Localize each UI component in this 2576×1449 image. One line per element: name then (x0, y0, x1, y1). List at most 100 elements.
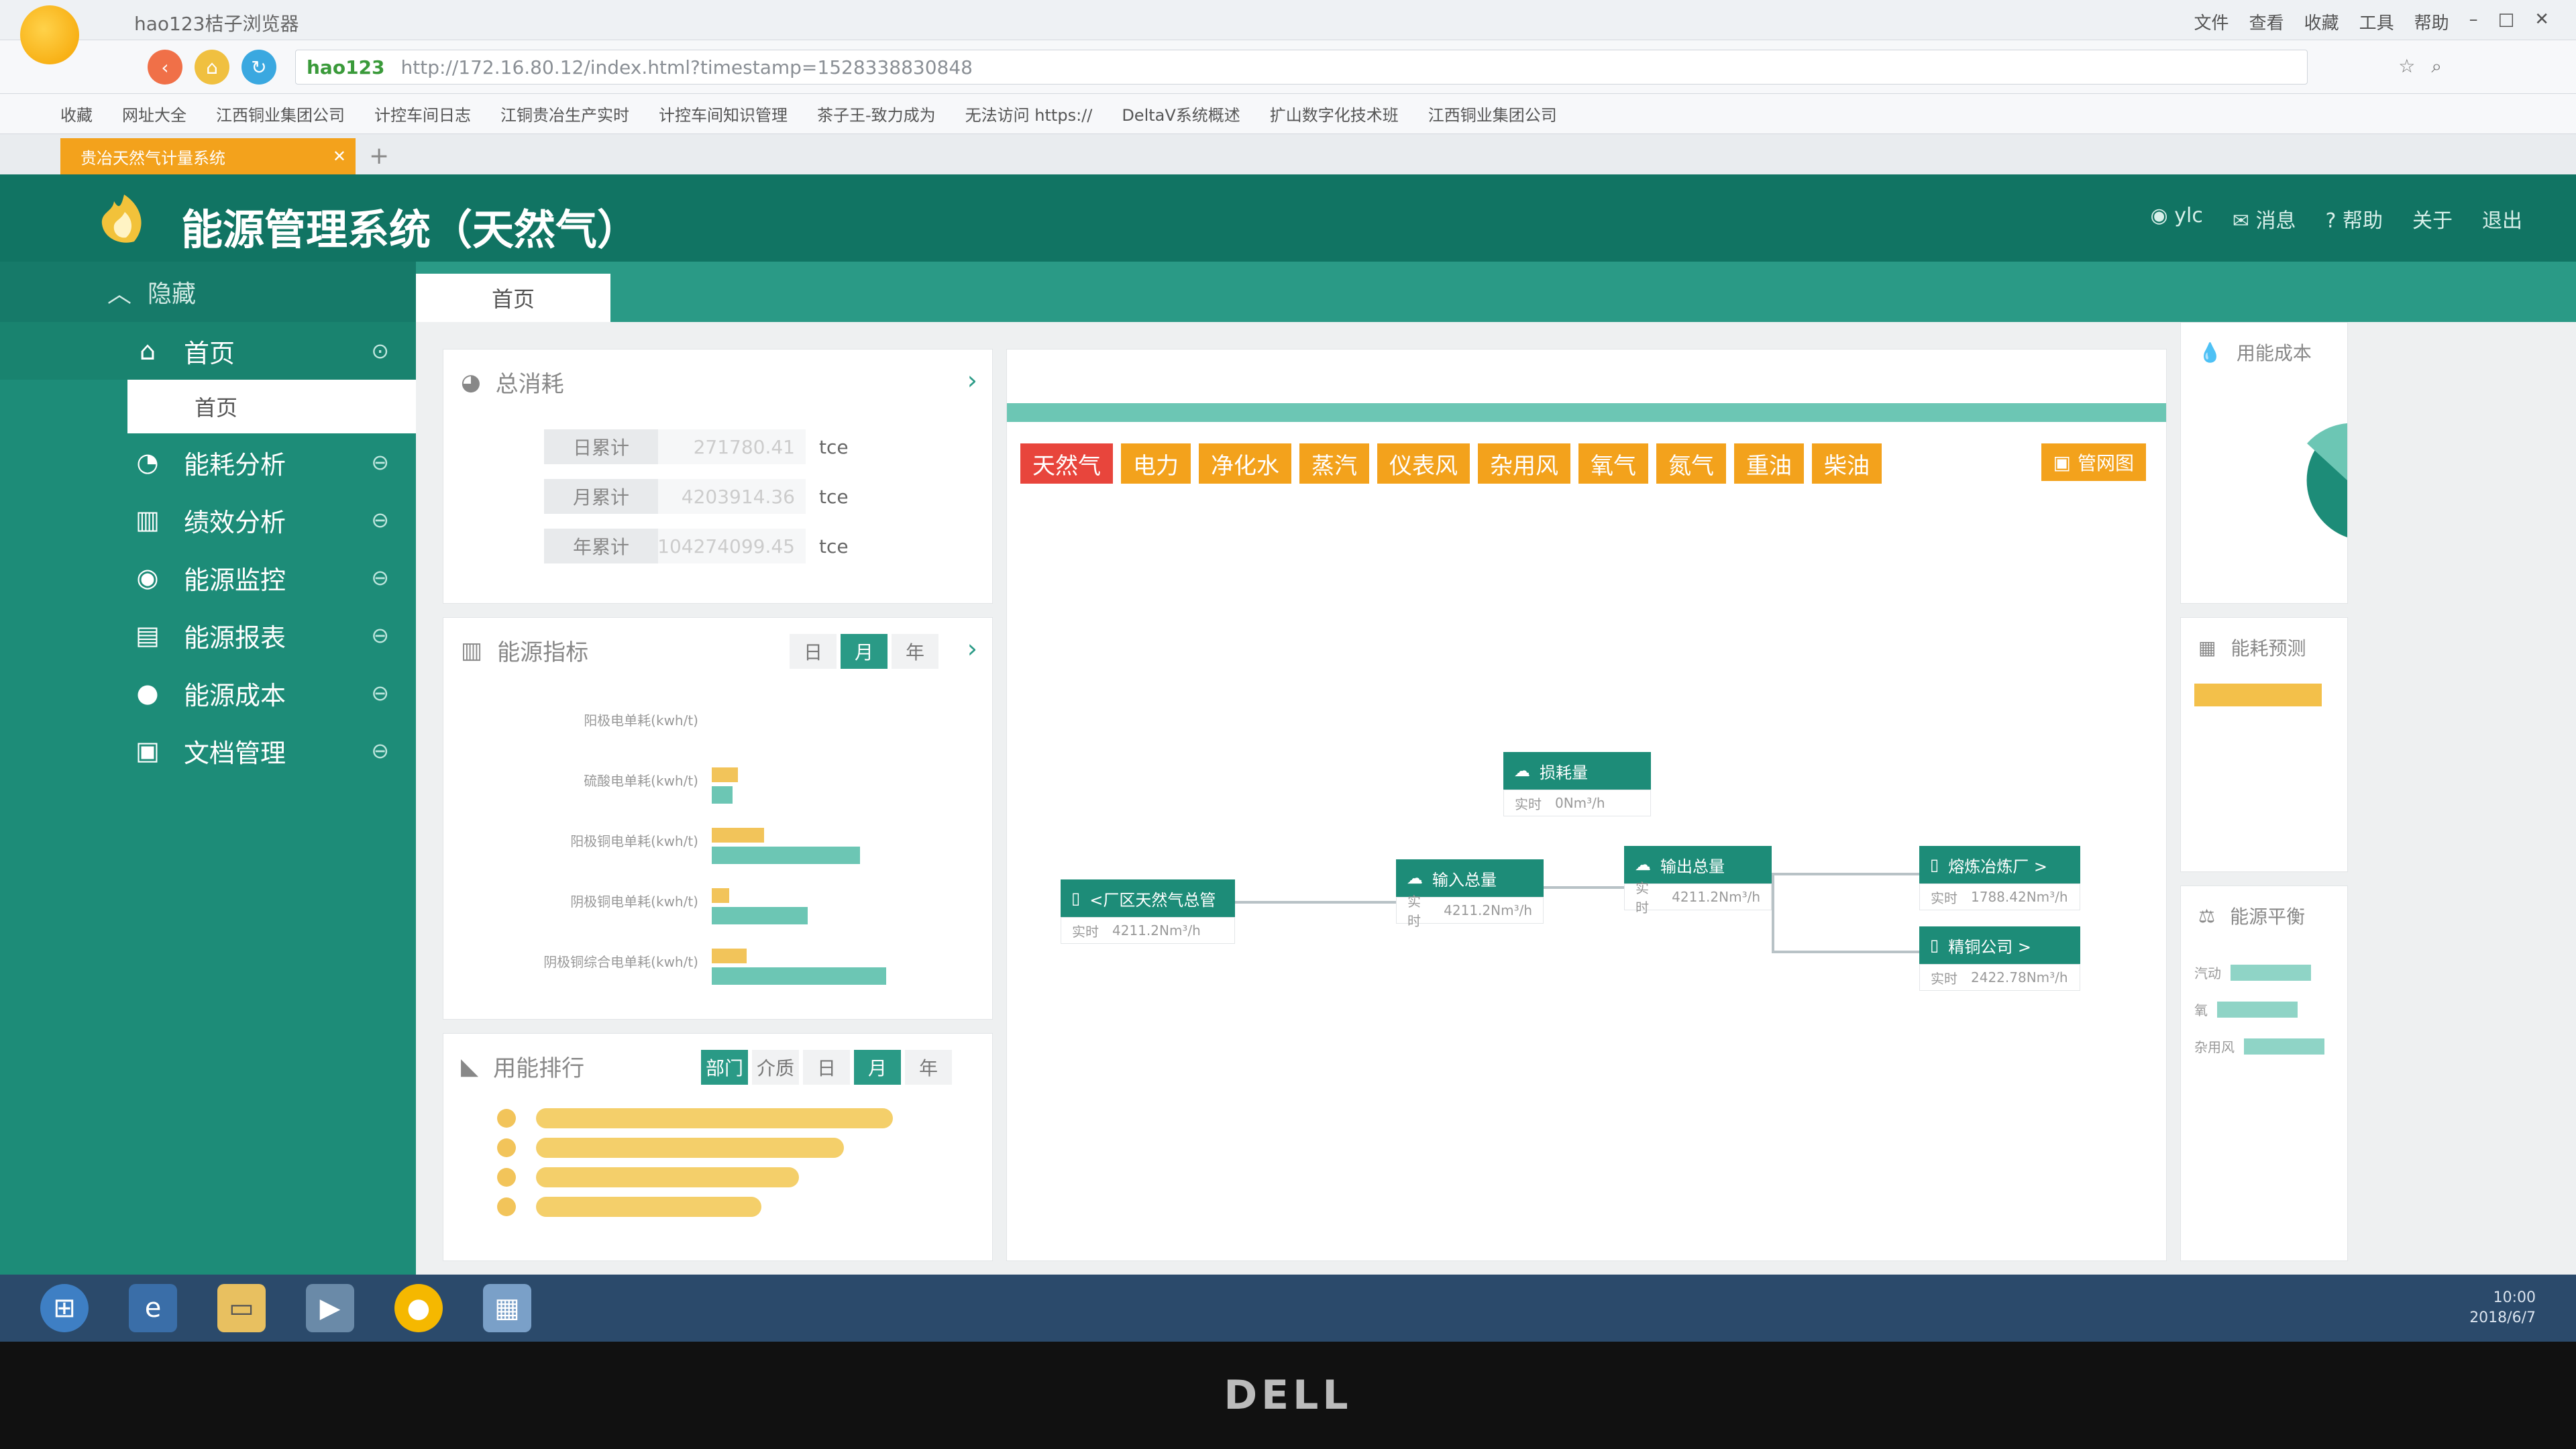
period-day[interactable]: 日 (790, 634, 837, 669)
rank-period-day[interactable]: 日 (803, 1050, 850, 1085)
sidebar-item-monitor[interactable]: ◉ 能源监控 ⊖ (0, 549, 416, 606)
tab-electricity[interactable]: 电力 (1121, 443, 1191, 484)
group-medium[interactable]: 介质 (752, 1050, 799, 1085)
period-month[interactable]: 月 (841, 634, 888, 669)
total-value: 271780.41 (658, 429, 806, 464)
user-link[interactable]: ◉ ylc (2151, 204, 2203, 233)
bookmark-item[interactable]: DeltaV系统概述 (1122, 102, 1240, 125)
flow-node-other[interactable]: ▯ 精铜公司 > 实时 2422.78Nm³/h (1919, 926, 2080, 991)
tab-instrument-air[interactable]: 仪表风 (1377, 443, 1470, 484)
tab-diesel[interactable]: 柴油 (1812, 443, 1882, 484)
bookmark-item[interactable]: 江西铜业集团公司 (1428, 102, 1557, 125)
sidebar-item-report[interactable]: ▤ 能源报表 ⊖ (0, 606, 416, 664)
bookmark-item[interactable]: 计控车间知识管理 (659, 102, 788, 125)
search-icon[interactable]: ⌕ (2431, 55, 2442, 78)
tab-oxygen[interactable]: 氧气 (1578, 443, 1648, 484)
menu-file[interactable]: 文件 (2194, 9, 2229, 34)
menu-favorites[interactable]: 收藏 (2304, 9, 2339, 34)
browser-name: hao123桔子浏览器 (134, 13, 299, 35)
url-text: http://172.16.80.12/index.html?timestamp… (400, 56, 973, 78)
menu-view[interactable]: 查看 (2249, 9, 2284, 34)
back-icon[interactable]: ‹ (148, 50, 182, 85)
sidebar-item-performance[interactable]: ▥ 绩效分析 ⊖ (0, 491, 416, 549)
indicator-bar-plan (712, 828, 764, 843)
indicator-bar-label: 阴极铜综合电单耗(kwh/t) (543, 954, 698, 970)
period-year[interactable]: 年 (892, 634, 938, 669)
start-button-icon[interactable]: ⊞ (40, 1284, 89, 1332)
bookmark-item[interactable]: 扩山数字化技术班 (1270, 102, 1399, 125)
browser-tab-active[interactable]: 贵冶天然气计量系统 ✕ (60, 138, 356, 174)
bookmark-item[interactable]: 无法访问 https:// (965, 102, 1093, 125)
ranking-dot (497, 1168, 516, 1187)
bookmark-item[interactable]: 网址大全 (122, 102, 186, 125)
indicator-bar-plan (712, 767, 738, 782)
group-department[interactable]: 部门 (701, 1050, 748, 1085)
menu-help[interactable]: 帮助 (2414, 9, 2449, 34)
sidebar-item-label: 能源监控 (184, 565, 286, 595)
flow-node-source[interactable]: ▯ <厂区天然气总管 实时 4211.2Nm³/h (1061, 879, 1235, 944)
sidebar-subitem-home[interactable]: 首页 (127, 380, 416, 433)
energy-forecast-panel: ▦ 能耗预测 (2180, 617, 2348, 872)
sidebar-item-document[interactable]: ▣ 文档管理 ⊖ (0, 722, 416, 780)
tab-purified-water[interactable]: 净化水 (1199, 443, 1291, 484)
flow-node-loss[interactable]: ☁ 损耗量 实时 0Nm³/h (1503, 752, 1651, 816)
sidebar-item-energy-analysis[interactable]: ◔ 能耗分析 ⊖ (0, 433, 416, 491)
rank-period-year[interactable]: 年 (905, 1050, 952, 1085)
node-realtime-label: 实时 (1635, 880, 1649, 916)
bookmark-item[interactable]: 茶子王-致力成为 (817, 102, 936, 125)
bookmark-item[interactable]: 江铜贵冶生产实时 (500, 102, 629, 125)
tab-service-air[interactable]: 杂用风 (1478, 443, 1570, 484)
tab-nitrogen[interactable]: 氮气 (1656, 443, 1726, 484)
bookmark-item[interactable]: 收藏 (60, 102, 93, 125)
panel-title: 能源平衡 (2230, 906, 2306, 928)
bookmark-item[interactable]: 计控车间日志 (374, 102, 471, 125)
help-link[interactable]: ? 帮助 (2326, 204, 2383, 233)
message-link[interactable]: ✉ 消息 (2233, 204, 2296, 233)
flow-node-smelter[interactable]: ▯ 熔炼冶炼厂 > 实时 1788.42Nm³/h (1919, 846, 2080, 910)
refresh-icon[interactable]: ↻ (241, 50, 276, 85)
logout-link[interactable]: 退出 (2482, 204, 2522, 233)
sidebar-item-home[interactable]: ⌂ 首页 ⊙ (0, 322, 416, 380)
tab-close-icon[interactable]: ✕ (333, 147, 346, 166)
home-icon[interactable]: ⌂ (195, 50, 229, 85)
star-icon[interactable]: ☆ (2398, 55, 2415, 78)
network-diagram-button[interactable]: ▣ 管网图 (2041, 443, 2146, 481)
flow-node-input[interactable]: ☁ 输入总量 实时 4211.2Nm³/h (1396, 859, 1544, 929)
help-label: 帮助 (2343, 209, 2383, 233)
panel-title: 总消耗 (495, 371, 564, 398)
browser-taskbar-icon[interactable]: ● (394, 1284, 443, 1332)
flow-node-output[interactable]: ☁ 输出总量 实时 4211.2Nm³/h (1624, 846, 1772, 916)
chevron-right-icon[interactable]: › (967, 366, 977, 395)
ranking-dot (497, 1138, 516, 1157)
maximize-icon[interactable]: □ (2498, 9, 2515, 34)
tab-steam[interactable]: 蒸汽 (1299, 443, 1369, 484)
bookmark-item[interactable]: 江西铜业集团公司 (216, 102, 345, 125)
tab-home[interactable]: 首页 (416, 274, 610, 322)
flow-connector (1544, 886, 1624, 889)
tab-natural-gas[interactable]: 天然气 (1020, 443, 1113, 484)
internet-explorer-icon[interactable]: e (129, 1284, 177, 1332)
total-row-year: 年累计 104274099.45 tce (544, 529, 992, 564)
folder-icon[interactable]: ▭ (217, 1284, 266, 1332)
sidebar-collapse-button[interactable]: ︿ 隐藏 (0, 262, 416, 322)
new-tab-icon[interactable]: + (369, 142, 389, 170)
minimize-icon[interactable]: – (2469, 9, 2478, 34)
about-link[interactable]: 关于 (2412, 204, 2453, 233)
tab-heavy-oil[interactable]: 重油 (1734, 443, 1804, 484)
app-taskbar-icon[interactable]: ▦ (483, 1284, 531, 1332)
indicator-bar-plan (712, 949, 747, 963)
sidebar-item-label: 能耗分析 (184, 449, 286, 480)
media-player-icon[interactable]: ▶ (306, 1284, 354, 1332)
address-bar[interactable]: hao123 http://172.16.80.12/index.html?ti… (295, 50, 2308, 85)
chevron-right-icon[interactable]: › (967, 634, 977, 663)
meter-icon: ▯ (1930, 855, 1939, 874)
menu-tools[interactable]: 工具 (2359, 9, 2394, 34)
document-icon: ▣ (136, 736, 160, 765)
system-tray-clock[interactable]: 10:00 2018/6/7 (2469, 1288, 2536, 1328)
sidebar-item-cost[interactable]: ● 能源成本 ⊖ (0, 664, 416, 722)
balance-icon: ⚖ (2198, 904, 2216, 927)
rank-period-month[interactable]: 月 (854, 1050, 901, 1085)
main-content: 首页 ◕ 总消耗 › 日累计 271780.41 tce 月累计 4203914… (416, 262, 2576, 1275)
total-label: 日累计 (544, 429, 658, 464)
close-icon[interactable]: ✕ (2534, 9, 2549, 34)
